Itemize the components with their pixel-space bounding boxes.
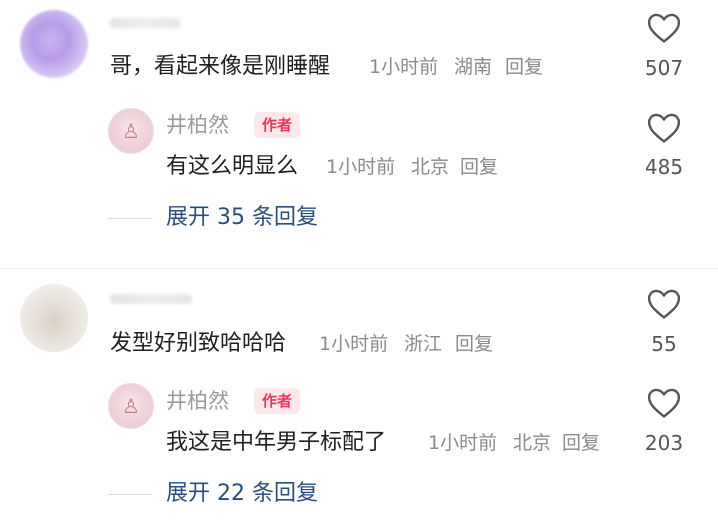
person-icon: ♙ [122, 394, 140, 418]
like-count: 507 [644, 56, 684, 80]
heart-outline-icon[interactable] [647, 288, 681, 320]
reply-time: 1小时前 [326, 156, 396, 178]
comment-time: 1小时前 [369, 56, 439, 78]
commenter-avatar[interactable] [20, 284, 88, 352]
author-name[interactable]: 井柏然 [166, 115, 229, 136]
reply-time: 1小时前 [428, 432, 498, 454]
author-badge: 作者 [254, 112, 301, 138]
expand-replies-link[interactable]: 展开 22 条回复 [166, 483, 318, 505]
author-avatar[interactable]: ♙ [108, 383, 154, 429]
commenter-avatar[interactable] [20, 10, 88, 78]
commenter-name-blurred[interactable] [110, 18, 180, 28]
expand-divider-line [108, 218, 152, 219]
author-name[interactable]: 井柏然 [166, 391, 229, 412]
reply-text: 有这么明显么 [166, 154, 299, 179]
author-avatar[interactable]: ♙ [108, 108, 154, 154]
comment-divider [0, 268, 718, 269]
expand-divider-line [108, 494, 152, 495]
comment-text: 发型好别致哈哈哈 [110, 331, 287, 356]
like-count: 485 [644, 155, 684, 179]
comment-text: 哥，看起来像是刚睡醒 [110, 54, 331, 79]
reply-button[interactable]: 回复 [455, 335, 493, 354]
person-icon: ♙ [122, 119, 140, 143]
comment-location: 浙江 [404, 333, 443, 355]
reply-location: 北京 [411, 156, 450, 178]
reply-button[interactable]: 回复 [505, 58, 543, 77]
author-badge: 作者 [254, 388, 301, 414]
reply-button[interactable]: 回复 [562, 434, 600, 453]
like-count: 203 [644, 431, 684, 455]
heart-outline-icon[interactable] [647, 112, 681, 144]
reply-text: 我这是中年男子标配了 [166, 430, 387, 455]
reply-location: 北京 [513, 432, 552, 454]
reply-button[interactable]: 回复 [460, 158, 498, 177]
comment-time: 1小时前 [319, 333, 389, 355]
comment-location: 湖南 [454, 56, 493, 78]
expand-replies-link[interactable]: 展开 35 条回复 [166, 207, 318, 229]
comment-list: 哥，看起来像是刚睡醒 1小时前 湖南 回复 507 ♙ 井柏然 作者 有这么明显… [0, 0, 718, 530]
heart-outline-icon[interactable] [647, 12, 681, 44]
like-count: 55 [651, 332, 677, 356]
commenter-name-blurred[interactable] [110, 294, 192, 304]
heart-outline-icon[interactable] [647, 387, 681, 419]
